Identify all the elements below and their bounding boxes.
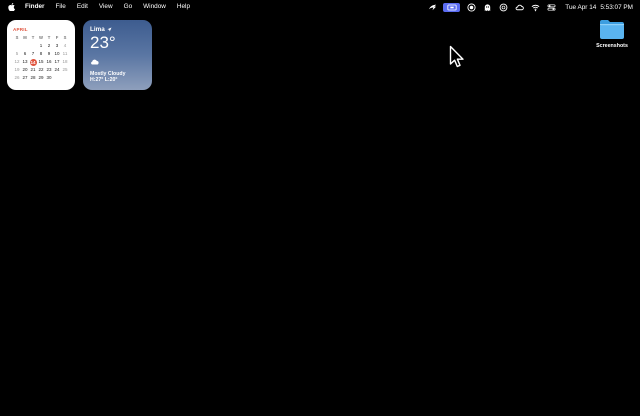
calendar-day: 27 [22,75,28,81]
calendar-day: 9 [47,50,51,56]
calendar-day: 18 [62,58,68,64]
menu-bar-clock[interactable]: Tue Apr 14 5:53:07 PM [565,4,637,11]
weather-city: Lima [90,26,145,33]
record-icon[interactable] [467,2,476,12]
calendar-day: 24 [54,67,60,73]
weekday-label: M [23,34,27,40]
weather-city-label: Lima [90,26,105,33]
cloud-icon [91,59,99,65]
calendar-day [29,43,37,50]
menu-view[interactable]: View [99,0,113,14]
weather-widget[interactable]: Lima 23° Mostly Cloudy H:27° L:20° [83,20,152,90]
calendar-day: 3 [55,42,59,48]
calendar-day: 19 [14,67,20,73]
chatgpt-icon[interactable] [499,3,508,12]
weather-condition: Mostly Cloudy [90,70,126,77]
calendar-widget[interactable]: APRIL S M T W T F S 1 2 3 4 5 6 7 8 9 10… [7,20,75,90]
menu-edit[interactable]: Edit [77,0,88,14]
menu-go[interactable]: Go [124,0,133,14]
calendar-day: 13 [22,58,28,64]
weekday-label: W [39,34,43,40]
folder-icon [600,20,624,39]
control-center-icon[interactable] [547,3,556,12]
calendar-day: 10 [54,50,60,56]
calendar-day: 30 [46,75,52,81]
calendar-day [61,75,69,82]
mouse-pointer-icon [449,45,464,68]
apple-logo-icon[interactable] [8,3,15,12]
calendar-day: 11 [62,50,68,56]
calendar-day: 2 [47,42,51,48]
calendar-day: 1 [39,42,43,48]
weekday-label: S [63,34,67,40]
calendar-day: 22 [38,67,44,73]
clock-date: Tue Apr 14 [565,3,597,11]
clock-time: 5:53:07 PM [600,3,633,11]
calendar-day: 8 [39,50,43,56]
ghost-icon[interactable] [483,3,492,12]
calendar-day: 7 [31,50,35,56]
calendar-day: 6 [23,50,27,56]
calendar-day: 29 [38,75,44,81]
calendar-day: 12 [14,58,20,64]
calendar-day [13,43,21,50]
calendar-month: APRIL [13,27,28,32]
menu-window[interactable]: Window [143,0,166,14]
screen-share-icon[interactable] [443,2,461,12]
calendar-day [53,75,61,82]
calendar-day: 26 [14,75,20,81]
menu-bar-left: Finder File Edit View Go Window Help [8,0,201,14]
cloud-sync-icon[interactable] [515,3,525,12]
calendar-day [21,43,29,50]
weather-temperature: 23° [90,33,116,52]
calendar-day: 23 [46,67,52,73]
weekday-label: S [15,34,19,40]
calendar-day: 16 [46,58,52,64]
calendar-day: 15 [38,58,44,64]
weekday-label: T [31,34,35,40]
pointer-icon[interactable] [428,3,437,12]
desktop-folder-screenshots[interactable]: Screenshots [591,18,633,49]
menu-finder[interactable]: Finder [25,0,45,14]
calendar-grid: S M T W T F S 1 2 3 4 5 6 7 8 9 10 11 12… [13,35,69,82]
calendar-day: 28 [30,75,36,81]
menu-bar-extras: Tue Apr 14 5:53:07 PM [421,0,637,14]
calendar-today: 14 [29,58,37,66]
calendar-day: 20 [22,67,28,73]
menu-file[interactable]: File [56,0,66,14]
menu-bar: Finder File Edit View Go Window Help Tue… [0,0,640,14]
calendar-day: 5 [15,50,19,56]
calendar-day: 4 [63,42,67,48]
folder-label: Screenshots [596,43,628,49]
calendar-day: 17 [54,58,60,64]
calendar-day: 21 [30,67,36,73]
calendar-day: 25 [62,67,68,73]
weekday-label: T [47,34,51,40]
location-arrow-icon [107,27,112,32]
menu-help[interactable]: Help [177,0,190,14]
wifi-icon[interactable] [531,3,540,12]
weather-high-low: H:27° L:20° [90,77,118,83]
weekday-label: F [55,34,59,40]
